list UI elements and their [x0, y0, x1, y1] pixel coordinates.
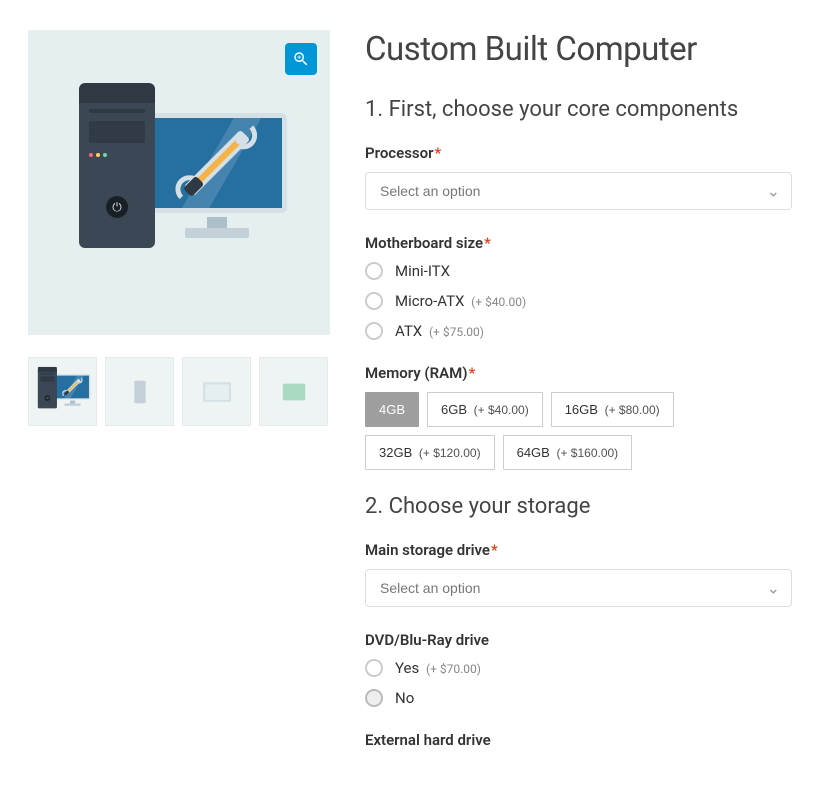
motherboard-option-atx[interactable]: ATX (+ $75.00) [365, 322, 792, 340]
thumbnail-row [28, 357, 330, 426]
section-2-heading: 2. Choose your storage [365, 494, 792, 519]
zoom-button[interactable] [285, 43, 317, 75]
section-1-heading: 1. First, choose your core components [365, 97, 792, 122]
main-storage-label: Main storage drive* [365, 541, 792, 559]
processor-label: Processor* [365, 144, 792, 162]
motherboard-option-micro-atx[interactable]: Micro-ATX (+ $40.00) [365, 292, 792, 310]
memory-option-64gb[interactable]: 64GB (+ $160.00) [503, 435, 633, 470]
field-optical-drive: DVD/Blu-Ray drive Yes (+ $70.00) No [365, 631, 792, 707]
computer-illustration [49, 83, 309, 283]
optical-label: DVD/Blu-Ray drive [365, 631, 792, 649]
product-gallery [28, 30, 330, 773]
field-processor: Processor* Select an option ⌄ [365, 144, 792, 210]
memory-option-4gb[interactable]: 4GB [365, 392, 419, 427]
magnify-plus-icon [292, 50, 310, 68]
thumbnail-1[interactable] [28, 357, 97, 426]
field-motherboard: Motherboard size* Mini-ITX Micro-ATX (+ … [365, 234, 792, 340]
field-memory: Memory (RAM)* 4GB 6GB (+ $40.00) 16GB (+… [365, 364, 792, 470]
product-title: Custom Built Computer [365, 30, 792, 69]
radio-icon [365, 689, 383, 707]
thumbnail-2[interactable] [105, 357, 174, 426]
main-product-image[interactable] [28, 30, 330, 335]
motherboard-label: Motherboard size* [365, 234, 792, 252]
optical-option-no[interactable]: No [365, 689, 792, 707]
main-storage-select[interactable]: Select an option [365, 569, 792, 607]
radio-icon [365, 659, 383, 677]
memory-option-32gb[interactable]: 32GB (+ $120.00) [365, 435, 495, 470]
memory-label: Memory (RAM)* [365, 364, 792, 382]
processor-select[interactable]: Select an option [365, 172, 792, 210]
memory-option-16gb[interactable]: 16GB (+ $80.00) [551, 392, 674, 427]
optical-option-yes[interactable]: Yes (+ $70.00) [365, 659, 792, 677]
field-main-storage: Main storage drive* Select an option ⌄ [365, 541, 792, 607]
thumbnail-4[interactable] [259, 357, 328, 426]
memory-option-6gb[interactable]: 6GB (+ $40.00) [427, 392, 543, 427]
motherboard-option-mini-itx[interactable]: Mini-ITX [365, 262, 792, 280]
radio-icon [365, 292, 383, 310]
external-label: External hard drive [365, 731, 792, 749]
thumbnail-3[interactable] [182, 357, 251, 426]
radio-icon [365, 262, 383, 280]
field-external-drive: External hard drive [365, 731, 792, 749]
radio-icon [365, 322, 383, 340]
product-config: Custom Built Computer 1. First, choose y… [365, 30, 792, 773]
